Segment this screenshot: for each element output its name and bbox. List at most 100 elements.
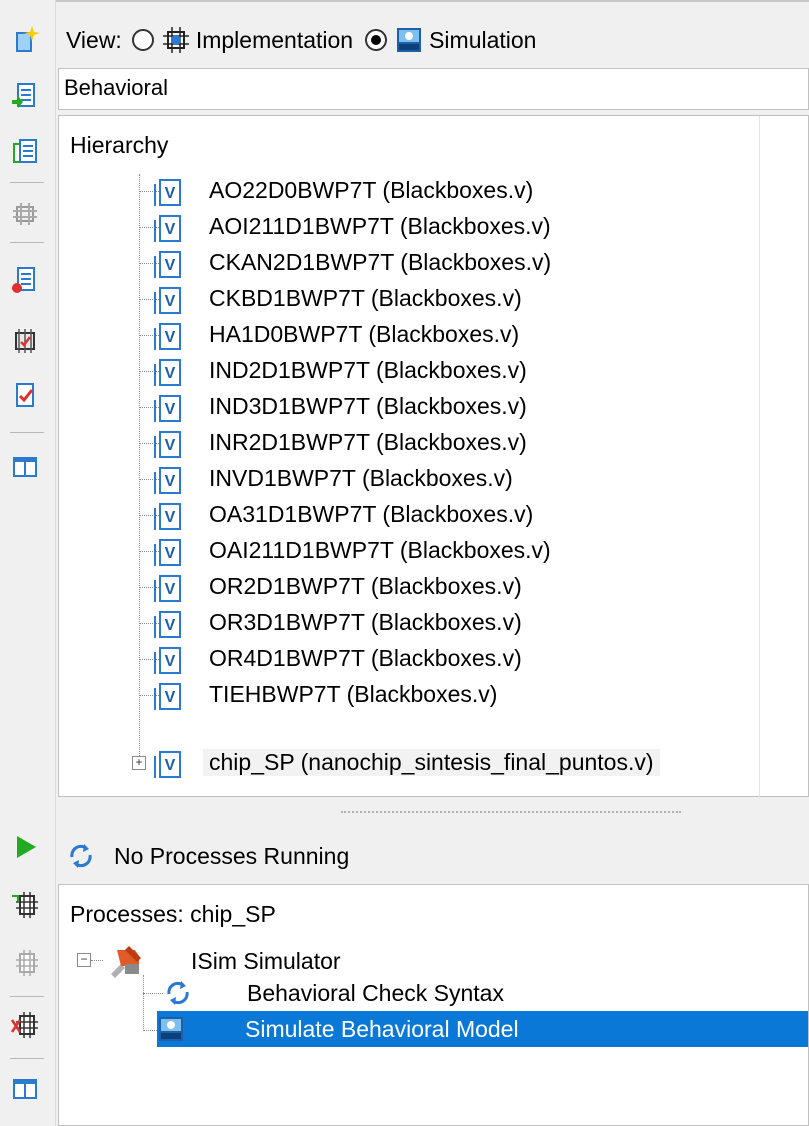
stop-chip-icon bbox=[10, 1012, 38, 1038]
processes-panel: No Processes Running Processes: chip_SP … bbox=[56, 826, 809, 1126]
tree-item[interactable]: V OR3D1BWP7T (Blackboxes.v) bbox=[59, 606, 759, 642]
implementation-option-label[interactable]: Implementation bbox=[196, 27, 353, 54]
simulation-option-label[interactable]: Simulation bbox=[429, 27, 536, 54]
design-view-value: Behavioral bbox=[64, 75, 168, 100]
tree-item-label: OR4D1BWP7T (Blackboxes.v) bbox=[209, 645, 522, 671]
run-button[interactable] bbox=[8, 830, 42, 864]
tree-item[interactable]: V IND2D1BWP7T (Blackboxes.v) bbox=[59, 354, 759, 390]
tree-item[interactable]: V INVD1BWP7T (Blackboxes.v) bbox=[59, 462, 759, 498]
tree-item-label: CKBD1BWP7T (Blackboxes.v) bbox=[209, 285, 522, 311]
tree-item-label: OAI211D1BWP7T (Blackboxes.v) bbox=[209, 537, 551, 563]
tree-item-label: OR2D1BWP7T (Blackboxes.v) bbox=[209, 573, 522, 599]
tree-item-label: INR2D1BWP7T (Blackboxes.v) bbox=[209, 429, 527, 455]
verilog-file-icon: V bbox=[154, 683, 181, 710]
verilog-file-icon: V bbox=[154, 431, 181, 458]
verilog-file-icon: V bbox=[154, 179, 181, 206]
tree-item[interactable]: V OAI211D1BWP7T (Blackboxes.v) bbox=[59, 534, 759, 570]
new-source-button[interactable] bbox=[8, 22, 42, 56]
toolbar-separator bbox=[10, 1058, 44, 1059]
panel-icon bbox=[13, 1079, 37, 1099]
process-status: No Processes Running bbox=[68, 834, 349, 878]
chip-check-icon bbox=[15, 329, 35, 353]
tree-item-label: OA31D1BWP7T (Blackboxes.v) bbox=[209, 501, 534, 527]
process-item-label: Behavioral Check Syntax bbox=[247, 979, 504, 1006]
verilog-file-icon: V bbox=[154, 647, 181, 674]
process-item-simulate-behavioral[interactable]: Simulate Behavioral Model bbox=[157, 1011, 519, 1047]
design-properties-button[interactable] bbox=[8, 378, 42, 412]
panel-icon bbox=[13, 457, 37, 477]
process-status-text: No Processes Running bbox=[114, 842, 350, 869]
add-copy-source-icon bbox=[13, 139, 37, 163]
toolbar-separator bbox=[10, 182, 44, 183]
design-toolbar bbox=[0, 0, 56, 800]
process-item-check-syntax[interactable]: Behavioral Check Syntax bbox=[165, 975, 504, 1011]
tree-item-label: IND3D1BWP7T (Blackboxes.v) bbox=[209, 393, 527, 419]
view-panel-button[interactable] bbox=[8, 1072, 42, 1106]
design-view-dropdown[interactable]: Behavioral bbox=[58, 68, 809, 110]
add-source-button[interactable] bbox=[8, 78, 42, 112]
tree-item[interactable]: V HA1D0BWP7T (Blackboxes.v) bbox=[59, 318, 759, 354]
document-check-icon bbox=[16, 383, 34, 407]
implementation-radio[interactable] bbox=[131, 29, 154, 51]
isim-icon bbox=[159, 1017, 183, 1041]
tree-item[interactable]: V INR2D1BWP7T (Blackboxes.v) bbox=[59, 426, 759, 462]
verilog-file-icon: V bbox=[154, 611, 181, 638]
simulation-radio[interactable] bbox=[365, 29, 388, 51]
process-tree[interactable]: Processes: chip_SP − ISim Simulator Beha… bbox=[58, 884, 809, 1126]
tree-item[interactable]: V OR4D1BWP7T (Blackboxes.v) bbox=[59, 642, 759, 678]
stop-button[interactable] bbox=[8, 1008, 42, 1042]
toolbar-separator bbox=[10, 432, 44, 433]
verilog-file-icon: V bbox=[154, 751, 181, 778]
hierarchy-tree[interactable]: Hierarchy V AO22D0BWP7T (Blackboxes.v) V A… bbox=[58, 115, 809, 798]
remove-source-button[interactable] bbox=[8, 262, 42, 296]
expand-icon[interactable]: + bbox=[132, 756, 146, 770]
process-item-isim-simulator[interactable]: ISim Simulator bbox=[107, 943, 341, 979]
tree-item-label: AO22D0BWP7T (Blackboxes.v) bbox=[209, 177, 534, 203]
refresh-icon bbox=[70, 844, 92, 868]
splitter-grip[interactable] bbox=[341, 811, 681, 814]
verilog-file-icon: V bbox=[154, 467, 181, 494]
verilog-file-icon: V bbox=[154, 395, 181, 422]
tree-item[interactable]: V CKBD1BWP7T (Blackboxes.v) bbox=[59, 282, 759, 318]
implementation-chip-icon bbox=[162, 27, 189, 53]
remove-source-icon bbox=[12, 267, 35, 293]
toolbar-separator bbox=[10, 996, 44, 997]
add-source-icon bbox=[12, 83, 35, 108]
play-icon bbox=[17, 836, 36, 858]
tree-item[interactable]: V OR2D1BWP7T (Blackboxes.v) bbox=[59, 570, 759, 606]
column-divider bbox=[759, 116, 760, 798]
tree-item[interactable]: V CKAN2D1BWP7T (Blackboxes.v) bbox=[59, 246, 759, 282]
tree-item[interactable]: V OA31D1BWP7T (Blackboxes.v) bbox=[59, 498, 759, 534]
toolbar-separator bbox=[10, 242, 44, 243]
panel-splitter[interactable] bbox=[56, 800, 809, 826]
properties-button[interactable] bbox=[8, 324, 42, 358]
verilog-file-icon: V bbox=[154, 539, 181, 566]
isim-icon bbox=[397, 28, 422, 52]
process-item-label: Simulate Behavioral Model bbox=[245, 1015, 519, 1042]
collapse-icon[interactable]: − bbox=[77, 953, 91, 967]
tree-item[interactable]: V TIEHBWP7T (Blackboxes.v) bbox=[59, 678, 759, 714]
view-label: View: bbox=[66, 26, 122, 53]
tree-item-label: OR3D1BWP7T (Blackboxes.v) bbox=[209, 609, 522, 635]
add-copy-of-source-button[interactable] bbox=[8, 134, 42, 168]
tree-item[interactable]: V IND3D1BWP7T (Blackboxes.v) bbox=[59, 390, 759, 426]
tree-item[interactable]: V AOI211D1BWP7T (Blackboxes.v) bbox=[59, 210, 759, 246]
verilog-file-icon: V bbox=[154, 287, 181, 314]
rerun-all-icon bbox=[16, 950, 38, 976]
core-generator-button[interactable] bbox=[8, 196, 42, 230]
tree-item[interactable]: V AO22D0BWP7T (Blackboxes.v) bbox=[59, 174, 759, 210]
verilog-file-icon: V bbox=[154, 251, 181, 278]
verilog-file-icon: V bbox=[154, 575, 181, 602]
tree-item-label: CKAN2D1BWP7T (Blackboxes.v) bbox=[209, 249, 552, 275]
process-toolbar bbox=[0, 800, 56, 1126]
verilog-file-icon: V bbox=[154, 503, 181, 530]
view-panel-button[interactable] bbox=[8, 450, 42, 484]
rerun-all-button[interactable] bbox=[8, 946, 42, 980]
rerun-button[interactable] bbox=[8, 888, 42, 922]
view-selector: View: Implementation Simulation bbox=[66, 18, 536, 62]
refresh-icon bbox=[167, 981, 189, 1005]
tree-item-top-module[interactable]: + Vchip_SP (nanochip_sintesis_final_punto… bbox=[59, 746, 759, 782]
verilog-file-icon: V bbox=[154, 359, 181, 386]
tools-icon bbox=[111, 946, 141, 978]
tree-item-label: HA1D0BWP7T (Blackboxes.v) bbox=[209, 321, 520, 347]
